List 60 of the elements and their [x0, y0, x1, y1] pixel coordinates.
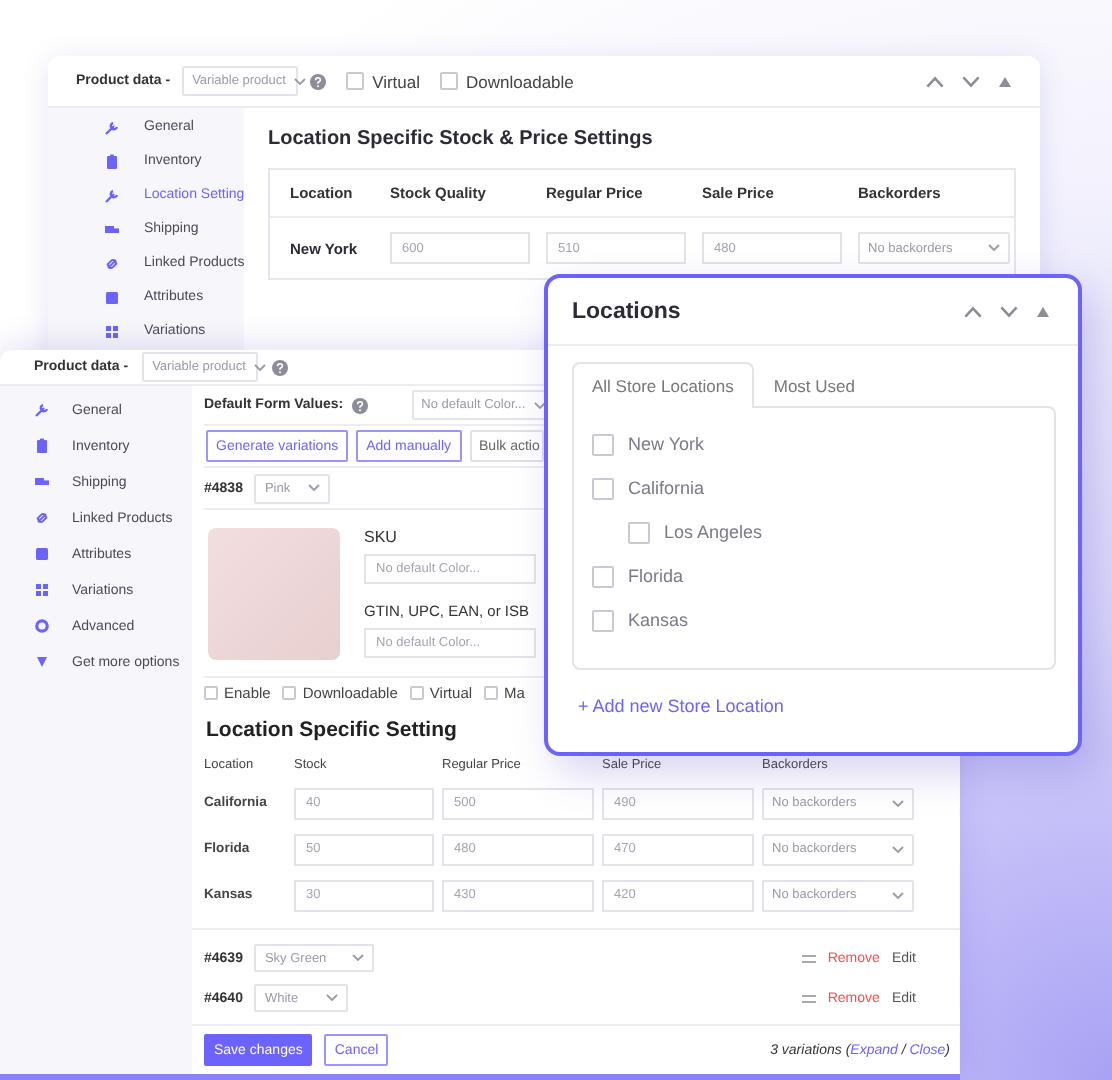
help-icon [310, 73, 327, 89]
square-icon [34, 546, 50, 562]
caret-icon [892, 891, 904, 899]
checkbox[interactable] [204, 686, 218, 700]
caret-icon [293, 77, 306, 85]
location-setting-title: Location Specific Setting [206, 718, 459, 742]
checkbox-label: Virtual [372, 71, 421, 91]
tab[interactable]: All Store Locations [572, 362, 754, 408]
clipboard-icon [34, 438, 50, 454]
checkbox[interactable] [592, 477, 614, 499]
checkbox-label: Florida [628, 566, 684, 586]
checkbox[interactable] [282, 686, 297, 700]
caret-icon [892, 799, 904, 807]
section-title: Location Specific Stock & Price Settings [268, 128, 655, 150]
checkbox[interactable] [592, 565, 614, 587]
add-location-link[interactable]: + Add new Store Location [578, 696, 784, 716]
wrench-icon [104, 187, 120, 203]
square-icon [104, 289, 120, 305]
caret-icon [988, 244, 1000, 252]
drag-handle-icon[interactable] [801, 953, 816, 963]
help-icon [272, 359, 289, 375]
checkbox[interactable] [592, 433, 614, 455]
drag-handle-icon[interactable] [801, 993, 816, 1003]
grid-icon [34, 582, 50, 598]
checkbox[interactable] [409, 686, 424, 700]
checkbox[interactable] [628, 521, 650, 543]
tab[interactable]: Most Used [753, 362, 875, 406]
sku-label: SKU [364, 528, 399, 546]
checkbox[interactable] [484, 686, 499, 700]
checkbox[interactable] [592, 609, 614, 631]
panel-title: Locations [572, 299, 681, 323]
truck-icon [34, 474, 50, 490]
caret-icon [253, 363, 266, 371]
checkbox[interactable] [346, 72, 365, 90]
caret-icon [533, 401, 546, 409]
checkbox[interactable] [440, 72, 459, 90]
link-icon [34, 510, 50, 526]
wrench-icon [34, 402, 50, 418]
checkbox-label: Downloadable [466, 71, 574, 91]
chevron-up-icon[interactable] [926, 75, 944, 87]
caret-icon [892, 845, 904, 853]
checkbox-label: New York [628, 434, 705, 454]
chevron-up-icon[interactable] [964, 305, 982, 317]
grid-icon [104, 323, 120, 339]
truck-icon [104, 221, 120, 237]
checkbox-label: California [628, 478, 705, 498]
caret-icon [352, 954, 365, 962]
link-icon [104, 255, 120, 271]
chevron-down-icon[interactable] [1000, 305, 1018, 317]
checkbox-label: Los Angeles [664, 522, 763, 542]
caret-icon [326, 994, 339, 1002]
chevron-down-icon[interactable] [962, 75, 980, 87]
caret-icon [308, 484, 321, 492]
help-icon [351, 397, 368, 413]
triangle-up-icon[interactable] [1036, 305, 1050, 317]
photo-placeholder [208, 527, 340, 659]
triangle-up-icon[interactable] [998, 75, 1012, 87]
checkbox-label: Kansas [628, 610, 689, 630]
wrench-icon [104, 119, 120, 135]
clipboard-icon [104, 153, 120, 169]
